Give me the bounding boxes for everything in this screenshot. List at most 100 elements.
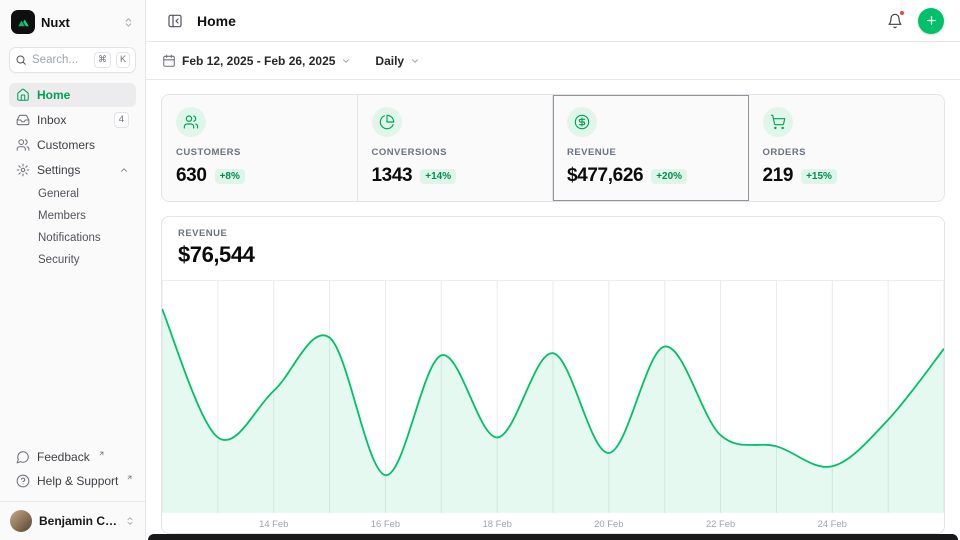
- devtools-bar[interactable]: [148, 534, 958, 540]
- notifications-button[interactable]: [882, 8, 908, 34]
- stat-label: CUSTOMERS: [176, 147, 343, 158]
- kbd-cmd: ⌘: [94, 52, 111, 67]
- svg-text:14 Feb: 14 Feb: [259, 519, 288, 530]
- stat-value: 219: [763, 165, 794, 187]
- date-range-picker[interactable]: Feb 12, 2025 - Feb 26, 2025: [162, 54, 351, 68]
- stat-delta-badge: +8%: [215, 169, 245, 184]
- stat-card-revenue[interactable]: REVENUE $477,626 +20%: [553, 95, 749, 201]
- stat-delta-badge: +20%: [651, 169, 687, 184]
- nuxt-logo: [11, 10, 35, 34]
- chart-header: REVENUE $76,544: [162, 217, 944, 281]
- sidebar-item-settings[interactable]: Settings: [9, 158, 136, 182]
- team-name: Nuxt: [41, 15, 117, 30]
- sidebar-item-label: Notifications: [38, 232, 101, 244]
- gear-icon: [16, 163, 30, 177]
- sidebar-item-label: Help & Support: [37, 474, 118, 488]
- sidebar-item-home[interactable]: Home: [9, 83, 136, 107]
- sidebar-item-label: Security: [38, 254, 80, 266]
- granularity-label: Daily: [375, 54, 404, 68]
- stat-value: $477,626: [567, 165, 643, 187]
- revenue-icon: [567, 107, 597, 137]
- home-icon: [16, 88, 30, 102]
- chevron-up-icon: [119, 165, 129, 175]
- page-title: Home: [197, 13, 236, 29]
- panel-left-close-icon: [167, 13, 183, 29]
- search-icon: [15, 54, 27, 66]
- chart-metric-label: REVENUE: [178, 228, 928, 239]
- svg-text:24 Feb: 24 Feb: [818, 519, 847, 530]
- main-panel: Home Feb 12, 2025 - Feb 26, 2025 Daily: [146, 0, 960, 540]
- sidebar-item-label: Inbox: [37, 113, 66, 127]
- plus-icon: [925, 14, 938, 27]
- svg-text:18 Feb: 18 Feb: [483, 519, 512, 530]
- svg-text:20 Feb: 20 Feb: [594, 519, 623, 530]
- stat-label: REVENUE: [567, 147, 734, 158]
- chat-bubble-icon: [16, 450, 30, 464]
- sidebar-item-inbox[interactable]: Inbox 4: [9, 108, 136, 132]
- page-content: CUSTOMERS 630 +8% CONVERSIONS 1343 +14%: [146, 80, 960, 534]
- svg-text:22 Feb: 22 Feb: [706, 519, 735, 530]
- avatar: [10, 510, 32, 532]
- external-link-icon: [98, 446, 105, 460]
- stat-card-customers[interactable]: CUSTOMERS 630 +8%: [162, 95, 358, 201]
- sidebar-item-label: Members: [38, 210, 86, 222]
- stat-label: ORDERS: [763, 147, 931, 158]
- notification-dot: [899, 10, 905, 16]
- conversions-icon: [372, 107, 402, 137]
- calendar-icon: [162, 54, 176, 68]
- stat-delta-badge: +14%: [420, 169, 456, 184]
- settings-submenu: General Members Notifications Security: [9, 183, 136, 271]
- revenue-chart-card: REVENUE $76,544 14 Feb 16 Feb 18 Feb 20 Feb…: [161, 216, 945, 534]
- orders-icon: [763, 107, 793, 137]
- sidebar-item-customers[interactable]: Customers: [9, 133, 136, 157]
- granularity-select[interactable]: Daily: [375, 54, 420, 68]
- sidebar-item-members[interactable]: Members: [9, 205, 136, 227]
- stat-label: CONVERSIONS: [372, 147, 539, 158]
- sidebar-item-feedback[interactable]: Feedback: [9, 445, 136, 469]
- user-menu[interactable]: Benjamin Canac: [0, 501, 145, 534]
- chevron-down-icon: [410, 56, 420, 66]
- user-name: Benjamin Canac: [39, 514, 118, 528]
- sidebar-item-general[interactable]: General: [9, 183, 136, 205]
- stats-row: CUSTOMERS 630 +8% CONVERSIONS 1343 +14%: [161, 94, 945, 202]
- sidebar-item-label: General: [38, 188, 79, 200]
- sidebar-item-security[interactable]: Security: [9, 249, 136, 271]
- sidebar-item-label: Customers: [37, 138, 95, 152]
- search-input[interactable]: Search... ⌘ K: [9, 47, 136, 73]
- users-icon: [16, 138, 30, 152]
- collapse-sidebar-button[interactable]: [162, 8, 188, 34]
- chevrons-up-down-icon: [123, 17, 134, 28]
- stat-value: 1343: [372, 165, 413, 187]
- sidebar-spacer: [9, 271, 136, 445]
- customers-icon: [176, 107, 206, 137]
- topbar: Home: [146, 0, 960, 42]
- chart-metric-value: $76,544: [178, 242, 928, 268]
- chevron-down-icon: [341, 56, 351, 66]
- app-window: Nuxt Search... ⌘ K Home Inbox 4: [0, 0, 960, 540]
- help-circle-icon: [16, 474, 30, 488]
- chevrons-up-down-icon: [125, 516, 135, 526]
- stat-value: 630: [176, 165, 207, 187]
- topbar-actions: [882, 8, 944, 34]
- search-placeholder: Search...: [32, 54, 89, 66]
- sidebar-item-label: Settings: [37, 163, 80, 177]
- sidebar-nav: Home Inbox 4 Customers Settings General: [9, 83, 136, 271]
- kbd-k: K: [116, 52, 130, 67]
- stat-card-conversions[interactable]: CONVERSIONS 1343 +14%: [358, 95, 554, 201]
- team-picker[interactable]: Nuxt: [9, 8, 136, 34]
- sidebar-item-help-support[interactable]: Help & Support: [9, 469, 136, 493]
- stat-card-orders[interactable]: ORDERS 219 +15%: [749, 95, 945, 201]
- add-button[interactable]: [918, 8, 944, 34]
- sidebar-item-label: Home: [37, 88, 70, 102]
- sidebar-item-notifications[interactable]: Notifications: [9, 227, 136, 249]
- external-link-icon: [126, 470, 133, 484]
- stat-delta-badge: +15%: [801, 169, 837, 184]
- sidebar: Nuxt Search... ⌘ K Home Inbox 4: [0, 0, 146, 540]
- inbox-icon: [16, 113, 30, 127]
- filters-toolbar: Feb 12, 2025 - Feb 26, 2025 Daily: [146, 42, 960, 80]
- inbox-count-badge: 4: [114, 112, 129, 128]
- sidebar-item-label: Feedback: [37, 450, 90, 464]
- revenue-chart[interactable]: 14 Feb 16 Feb 18 Feb 20 Feb 22 Feb 24 Feb: [162, 281, 944, 533]
- svg-text:16 Feb: 16 Feb: [371, 519, 400, 530]
- date-range-label: Feb 12, 2025 - Feb 26, 2025: [182, 54, 335, 68]
